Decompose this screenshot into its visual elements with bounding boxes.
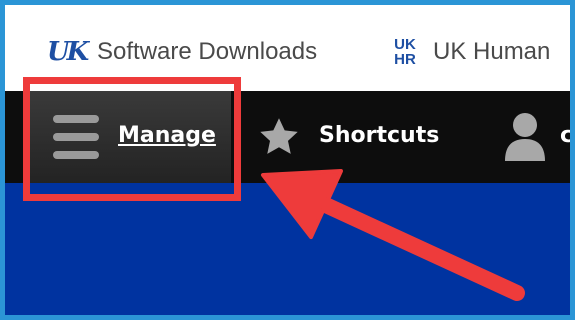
annotation-arrow-icon (261, 169, 525, 301)
screenshot-frame: UK Software Downloads UK HR UK Human Man… (0, 0, 575, 320)
